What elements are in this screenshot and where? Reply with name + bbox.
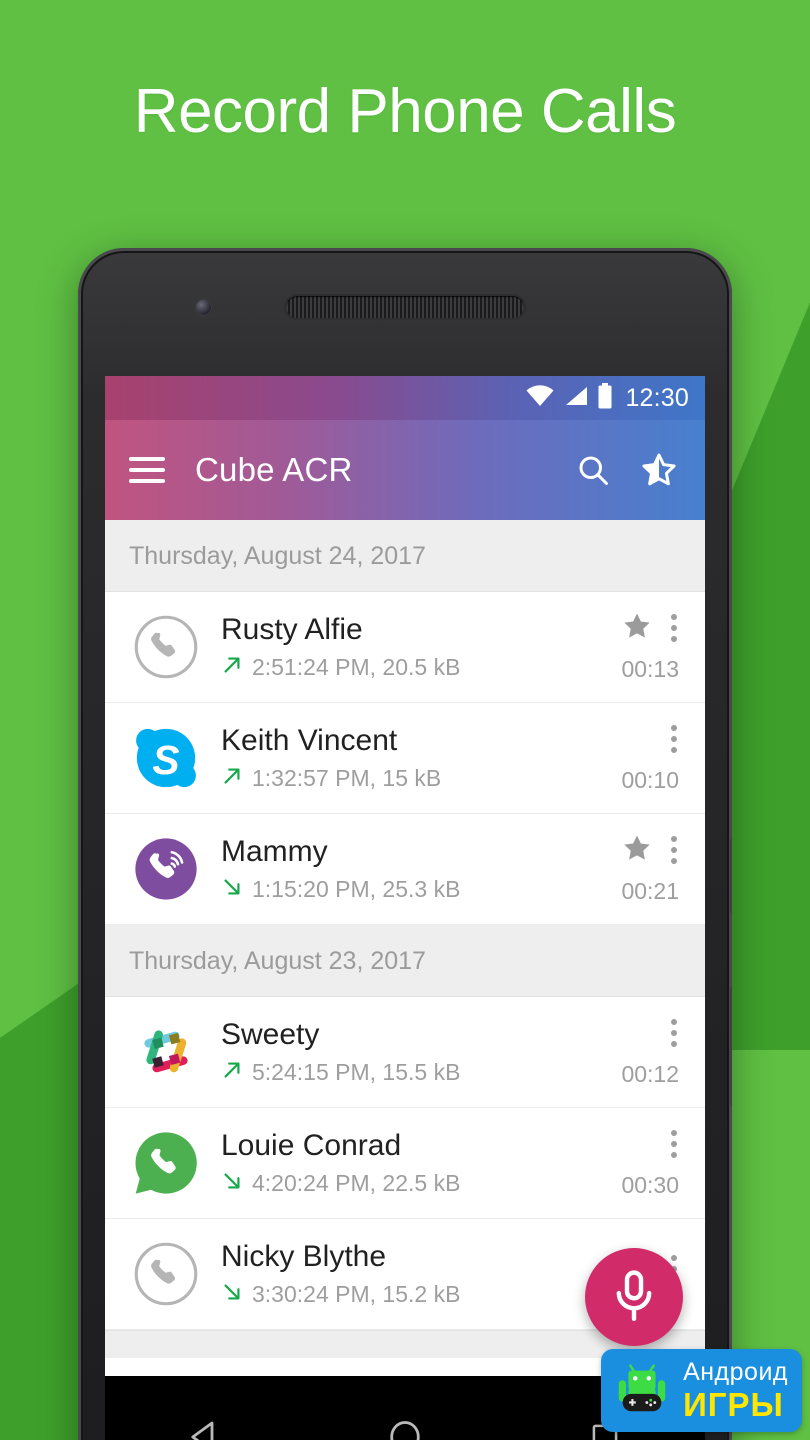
contact-name: Sweety	[221, 1017, 320, 1051]
watermark-text: Андроид ИГРЫ	[683, 1358, 788, 1423]
call-meta: 5:24:15 PM, 15.5 kB	[252, 1059, 461, 1086]
row-text: Sweety 5:24:15 PM, 15.5 kB	[203, 1018, 587, 1087]
phone-outline-icon	[129, 1237, 203, 1311]
signal-icon	[563, 384, 589, 413]
contact-name: Mammy	[221, 834, 328, 868]
slack-icon	[129, 1015, 203, 1089]
power-button[interactable]	[730, 838, 732, 914]
call-duration: 00:30	[621, 1172, 679, 1198]
call-list[interactable]: Thursday, August 24, 2017 Rusty Alfie 2:…	[105, 520, 705, 1376]
app-title: Cube ACR	[195, 451, 353, 488]
contact-name: Nicky Blythe	[221, 1239, 387, 1273]
skype-icon: S	[129, 721, 203, 795]
star-half-icon[interactable]	[637, 448, 681, 492]
wifi-icon	[525, 384, 555, 413]
table-row[interactable]: Sweety 5:24:15 PM, 15.5 kB 00:12	[105, 997, 705, 1108]
svg-text:S: S	[152, 737, 179, 783]
row-actions: 00:10	[587, 721, 683, 795]
contact-name: Rusty Alfie	[221, 612, 363, 646]
page-title: Record Phone Calls	[133, 77, 677, 146]
overflow-menu-icon[interactable]	[665, 723, 683, 755]
whatsapp-icon	[129, 1126, 203, 1200]
watermark-line-2: ИГРЫ	[683, 1386, 784, 1423]
arrow-down-right-icon	[221, 1281, 243, 1308]
arrow-up-right-icon	[221, 1059, 243, 1086]
table-row[interactable]: S Keith Vincent 1:32:57 PM, 15 kB 00:10	[105, 703, 705, 814]
row-text: Rusty Alfie 2:51:24 PM, 20.5 kB	[203, 613, 587, 682]
call-duration: 00:10	[621, 767, 679, 793]
row-actions: 00:21	[587, 832, 683, 906]
call-duration: 00:12	[621, 1061, 679, 1087]
call-meta: 2:51:24 PM, 20.5 kB	[252, 654, 461, 681]
viber-icon	[129, 832, 203, 906]
call-meta: 1:32:57 PM, 15 kB	[252, 765, 442, 792]
arrow-up-right-icon	[221, 654, 243, 681]
promo-screenshot: Record Phone Calls 12:30 Cube ACR Thursd…	[0, 0, 810, 1440]
watermark-line-1: Андроид	[683, 1358, 788, 1386]
star-icon[interactable]	[621, 832, 653, 869]
record-fab-button[interactable]	[585, 1248, 683, 1346]
row-text: Nicky Blythe 3:30:24 PM, 15.2 kB	[203, 1240, 587, 1309]
front-camera-icon	[196, 300, 211, 315]
battery-icon	[597, 382, 613, 414]
row-actions: 00:30	[587, 1126, 683, 1200]
row-actions: 00:13	[587, 610, 683, 684]
arrow-down-right-icon	[221, 1170, 243, 1197]
row-subtitle: 1:15:20 PM, 25.3 kB	[221, 876, 587, 903]
android-robot-gamepad-icon	[611, 1357, 673, 1424]
date-header: Thursday, August 24, 2017	[105, 520, 705, 592]
row-actions: 00:12	[587, 1015, 683, 1089]
phone-screen: 12:30 Cube ACR Thursday, August 24, 2017…	[105, 376, 705, 1376]
call-meta: 3:30:24 PM, 15.2 kB	[252, 1281, 461, 1308]
contact-name: Louie Conrad	[221, 1128, 402, 1162]
volume-button[interactable]	[730, 986, 732, 1106]
row-subtitle: 5:24:15 PM, 15.5 kB	[221, 1059, 587, 1086]
call-duration: 00:21	[621, 878, 679, 904]
earpiece-speaker-grille	[286, 296, 524, 318]
home-circle-icon[interactable]	[360, 1402, 450, 1440]
row-text: Mammy 1:15:20 PM, 25.3 kB	[203, 835, 587, 904]
watermark-badge: Андроид ИГРЫ	[601, 1349, 802, 1432]
row-text: Keith Vincent 1:32:57 PM, 15 kB	[203, 724, 587, 793]
phone-outline-icon	[129, 610, 203, 684]
overflow-menu-icon[interactable]	[665, 834, 683, 866]
call-meta: 1:15:20 PM, 25.3 kB	[252, 876, 461, 903]
arrow-up-right-icon	[221, 765, 243, 792]
contact-name: Keith Vincent	[221, 723, 398, 757]
row-subtitle: 2:51:24 PM, 20.5 kB	[221, 654, 587, 681]
date-header: Thursday, August 23, 2017	[105, 925, 705, 997]
search-icon[interactable]	[571, 448, 615, 492]
table-row[interactable]: Louie Conrad 4:20:24 PM, 22.5 kB 00:30	[105, 1108, 705, 1219]
app-bar: Cube ACR	[105, 420, 705, 520]
microphone-icon	[606, 1267, 662, 1328]
row-subtitle: 4:20:24 PM, 22.5 kB	[221, 1170, 587, 1197]
row-subtitle: 1:32:57 PM, 15 kB	[221, 765, 587, 792]
star-icon[interactable]	[621, 610, 653, 647]
arrow-down-right-icon	[221, 876, 243, 903]
overflow-menu-icon[interactable]	[665, 612, 683, 644]
row-text: Louie Conrad 4:20:24 PM, 22.5 kB	[203, 1129, 587, 1198]
back-triangle-icon[interactable]	[160, 1402, 250, 1440]
status-bar: 12:30	[105, 376, 705, 420]
overflow-menu-icon[interactable]	[665, 1017, 683, 1049]
status-clock: 12:30	[625, 383, 689, 412]
call-meta: 4:20:24 PM, 22.5 kB	[252, 1170, 461, 1197]
table-row[interactable]: Rusty Alfie 2:51:24 PM, 20.5 kB 00:13	[105, 592, 705, 703]
table-row[interactable]: Mammy 1:15:20 PM, 25.3 kB 00:21	[105, 814, 705, 925]
phone-device-frame: 12:30 Cube ACR Thursday, August 24, 2017…	[78, 248, 732, 1440]
call-duration: 00:13	[621, 656, 679, 682]
overflow-menu-icon[interactable]	[665, 1128, 683, 1160]
hamburger-menu-icon[interactable]	[129, 457, 165, 483]
row-subtitle: 3:30:24 PM, 15.2 kB	[221, 1281, 587, 1308]
